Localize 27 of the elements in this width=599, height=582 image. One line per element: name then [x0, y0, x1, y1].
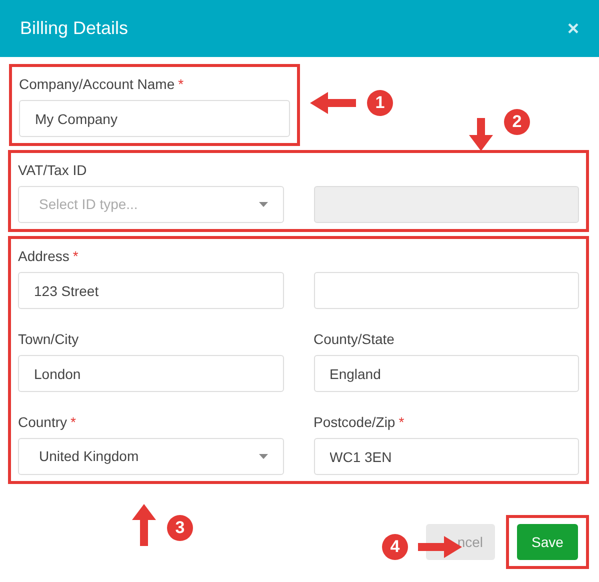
required-asterisk: *: [70, 413, 76, 432]
field-label: Address: [18, 247, 70, 266]
field-label: County/State: [314, 330, 394, 349]
required-asterisk: *: [398, 413, 404, 432]
caret-icon: [258, 454, 268, 459]
input-field[interactable]: England: [314, 355, 579, 392]
input-field[interactable]: WC1 3EN: [314, 438, 579, 475]
select-field[interactable]: United Kingdom: [18, 438, 284, 475]
step-number: 3: [167, 515, 193, 541]
input-field[interactable]: [314, 272, 579, 309]
step-number: 1: [367, 90, 393, 116]
input-field[interactable]: 123 Street: [18, 272, 284, 309]
input-field[interactable]: My Company: [19, 100, 290, 137]
field-label: Town/City: [18, 330, 79, 349]
field-label: Country: [18, 413, 68, 432]
arrow-icon: [310, 92, 356, 114]
input-field[interactable]: London: [18, 355, 284, 392]
dialog-title: Billing Details: [20, 17, 128, 40]
field-label: Company/Account Name: [19, 75, 175, 94]
arrow-icon: [132, 504, 156, 546]
field-label: Postcode/Zip: [314, 413, 396, 432]
required-asterisk: *: [72, 247, 78, 266]
field-label: VAT/Tax ID: [18, 161, 87, 180]
required-asterisk: *: [178, 75, 184, 94]
step-number: 2: [504, 109, 530, 135]
caret-icon: [258, 202, 268, 207]
step-number: 4: [382, 534, 408, 560]
